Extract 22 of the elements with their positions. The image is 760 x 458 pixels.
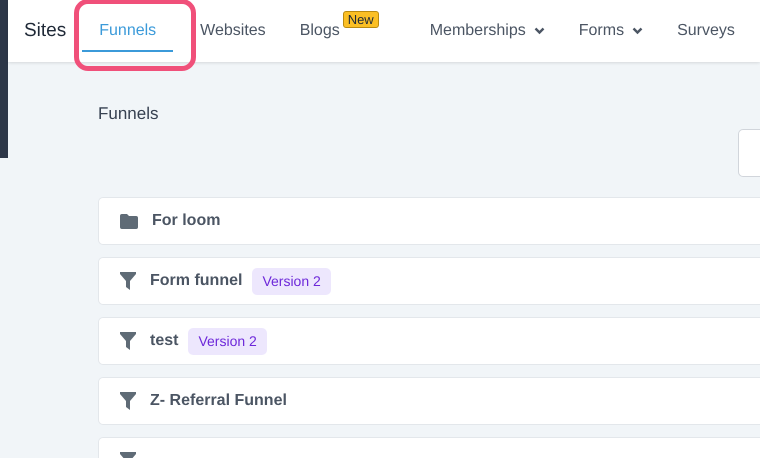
folder-icon xyxy=(120,214,138,228)
page-title: Funnels xyxy=(98,103,158,125)
funnel-icon xyxy=(120,272,136,290)
nav-tab[interactable]: Websites xyxy=(183,12,283,52)
version-tag: Version 2 xyxy=(252,268,331,294)
list-row[interactable]: Form funnel Version 2 xyxy=(98,257,760,305)
list-row[interactable]: test Version 2 xyxy=(98,317,760,365)
item-name: test xyxy=(150,331,178,351)
nav-tab[interactable]: Forms xyxy=(562,12,660,52)
input-field[interactable] xyxy=(738,129,760,177)
section-title: Sites xyxy=(24,18,66,43)
funnel-icon xyxy=(120,332,136,350)
item-name: Z- Referral Funnel xyxy=(150,391,287,411)
nav-tab[interactable]: Surveys xyxy=(660,12,752,52)
item-name: Form funnel xyxy=(150,271,242,291)
item-name: For loom xyxy=(152,211,220,231)
nav-tab[interactable]: Memberships xyxy=(412,12,562,52)
list-row[interactable]: Z- Referral Funnel xyxy=(98,377,760,425)
version-tag: Version 2 xyxy=(188,328,267,354)
list-row[interactable]: For loom xyxy=(98,197,760,245)
new-badge: New xyxy=(342,11,379,28)
funnel-icon xyxy=(120,392,136,410)
